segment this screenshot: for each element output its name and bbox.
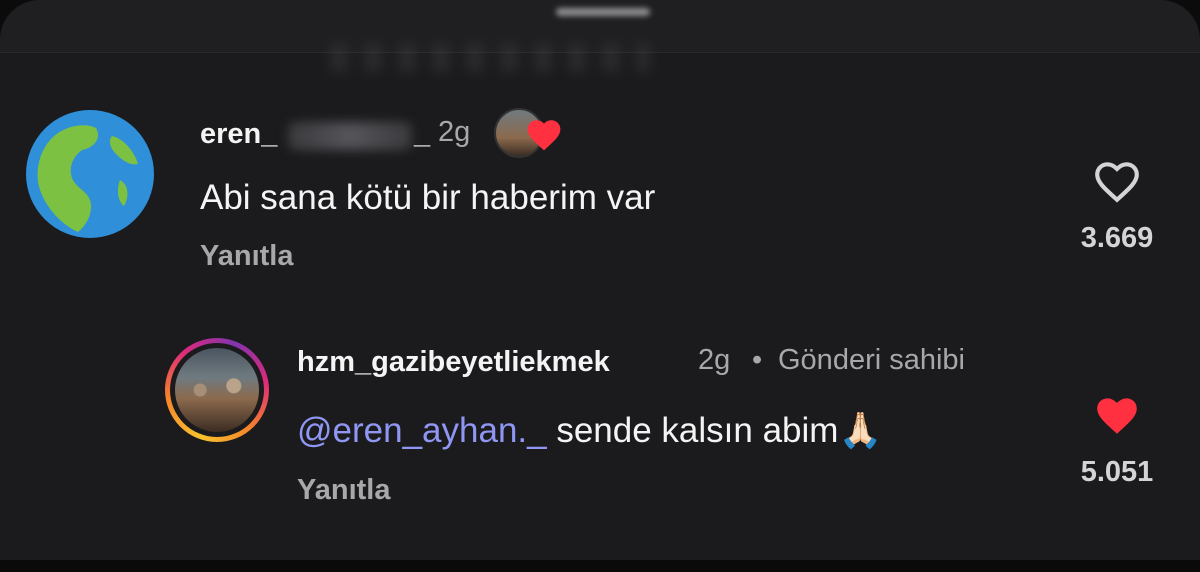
author-badge: Gönderi sahibi bbox=[778, 344, 965, 376]
comment-username-suffix: _ bbox=[414, 118, 431, 150]
bottom-edge bbox=[0, 560, 1200, 572]
globe-avatar-icon[interactable] bbox=[24, 108, 156, 240]
comment-username[interactable]: hzm_gazibeyetliekmek bbox=[297, 346, 610, 379]
meta-separator: • bbox=[752, 344, 763, 376]
redacted-username bbox=[288, 122, 412, 150]
like-count: 3.669 bbox=[1080, 222, 1154, 254]
comment-text: sende kalsın abim bbox=[546, 411, 839, 450]
praying-hands-emoji: 🙏🏻 bbox=[838, 411, 883, 450]
avatar-photo bbox=[175, 348, 259, 432]
story-ring-avatar[interactable] bbox=[165, 338, 269, 442]
creator-liked-heart-icon bbox=[527, 120, 561, 151]
comment-text-line: @eren_ayhan._ sende kalsın abim🙏🏻 bbox=[297, 410, 882, 451]
reply-button[interactable]: Yanıtla bbox=[297, 474, 391, 507]
like-count: 5.051 bbox=[1080, 456, 1154, 488]
mention-link[interactable]: @eren_ayhan._ bbox=[297, 411, 547, 450]
comment-time: 2g bbox=[698, 344, 731, 376]
grab-handle[interactable] bbox=[556, 8, 650, 16]
heart-outline-icon[interactable] bbox=[1092, 158, 1142, 204]
reply-button[interactable]: Yanıtla bbox=[200, 240, 294, 273]
heart-filled-icon[interactable] bbox=[1092, 392, 1142, 438]
comments-sheet: eren_ _ 2g Abi sana kötü bir haberim var… bbox=[0, 0, 1200, 572]
blurred-header-content bbox=[330, 44, 650, 72]
comment-text: Abi sana kötü bir haberim var bbox=[200, 178, 656, 217]
comment-username[interactable]: eren_ bbox=[200, 118, 277, 151]
comment-time: 2g bbox=[438, 116, 471, 148]
